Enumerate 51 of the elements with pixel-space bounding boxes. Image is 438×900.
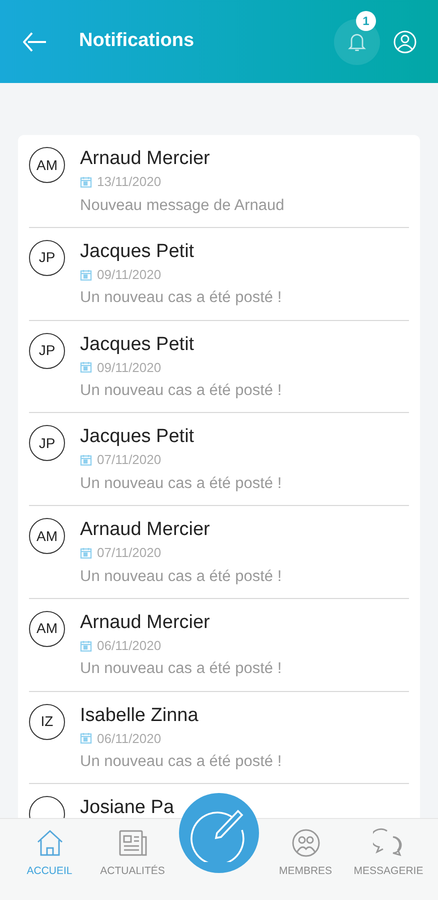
people-icon xyxy=(290,827,322,859)
back-arrow-icon xyxy=(22,30,48,52)
notification-date: 13/11/2020 xyxy=(97,173,162,191)
chat-icon xyxy=(372,827,404,859)
sender-name: Arnaud Mercier xyxy=(80,518,211,542)
notification-date: 07/11/2020 xyxy=(97,451,162,470)
notification-item[interactable]: AM Arnaud Mercier 06/11/2020 Un nouveau cas a été posté ! xyxy=(29,598,409,692)
notification-item[interactable]: JP Jacques Petit 09/11/2020 Un nouveau cas a été posté ! xyxy=(29,320,409,414)
notification-message: Un nouveau cas a été posté ! xyxy=(80,659,282,680)
avatar-initials: IZ xyxy=(40,712,54,731)
notification-date: 09/11/2020 xyxy=(97,266,162,284)
notification-item[interactable]: JP Jacques Petit 09/11/2020 Un nouveau cas a été posté ! xyxy=(29,228,409,320)
user-circle-icon xyxy=(393,30,417,54)
sender-name: Arnaud Mercier xyxy=(80,610,211,635)
notification-date: 06/11/2020 xyxy=(97,730,162,748)
calendar-icon xyxy=(80,640,92,652)
avatar-initials: AM xyxy=(36,526,58,546)
notification-date: 09/11/2020 xyxy=(97,358,162,376)
avatar-initials: JP xyxy=(38,434,56,453)
avatar-initials: JP xyxy=(38,341,56,360)
sender-name: Jacques Petit xyxy=(80,332,196,356)
avatar-initials: AM xyxy=(36,156,58,174)
notification-item[interactable]: JP Jacques Petit 07/11/2020 Un nouveau cas a été posté ! xyxy=(29,413,409,506)
notification-count-badge: 1 xyxy=(356,10,376,30)
notification-item[interactable]: IZ Isabelle Zinna 06/11/2020 Un nouveau cas a été posté ! xyxy=(29,692,409,784)
notification-message: Un nouveau cas a été posté ! xyxy=(80,288,282,308)
sender-name: Jacques Petit xyxy=(80,425,196,450)
calendar-icon xyxy=(80,176,92,188)
calendar-icon xyxy=(80,732,92,744)
calendar-icon xyxy=(80,268,92,280)
avatar-initials: JP xyxy=(38,248,56,268)
calendar-icon xyxy=(80,546,92,559)
sender-name: Jacques Petit xyxy=(80,240,196,264)
sender-name: Arnaud Mercier xyxy=(80,147,211,171)
notification-message: Un nouveau cas a été posté ! xyxy=(80,474,282,494)
sender-name: Josiane Pa xyxy=(80,796,174,818)
profile-button[interactable] xyxy=(392,28,418,54)
notification-message: Un nouveau cas a été posté ! xyxy=(80,752,282,772)
calendar-icon xyxy=(80,454,92,466)
calendar-icon xyxy=(80,361,92,374)
notification-message: Un nouveau cas a été posté ! xyxy=(80,566,282,586)
notification-item[interactable]: AM Arnaud Mercier 07/11/2020 Un nouveau cas a été posté ! xyxy=(29,506,409,599)
notification-message: Nouveau message de Arnaud xyxy=(80,196,284,216)
notification-message: Un nouveau cas a été posté ! xyxy=(80,381,282,401)
notification-date: 06/11/2020 xyxy=(97,636,162,655)
notification-date: 07/11/2020 xyxy=(97,544,162,562)
avatar-initials: AM xyxy=(36,619,58,638)
sender-name: Isabelle Zinna xyxy=(80,704,200,728)
notification-item[interactable]: AM Arnaud Mercier 13/11/2020 Nouveau message de Arnaud xyxy=(29,135,409,228)
notifications-button[interactable] xyxy=(334,18,380,64)
page-title: Notifications xyxy=(79,29,194,54)
